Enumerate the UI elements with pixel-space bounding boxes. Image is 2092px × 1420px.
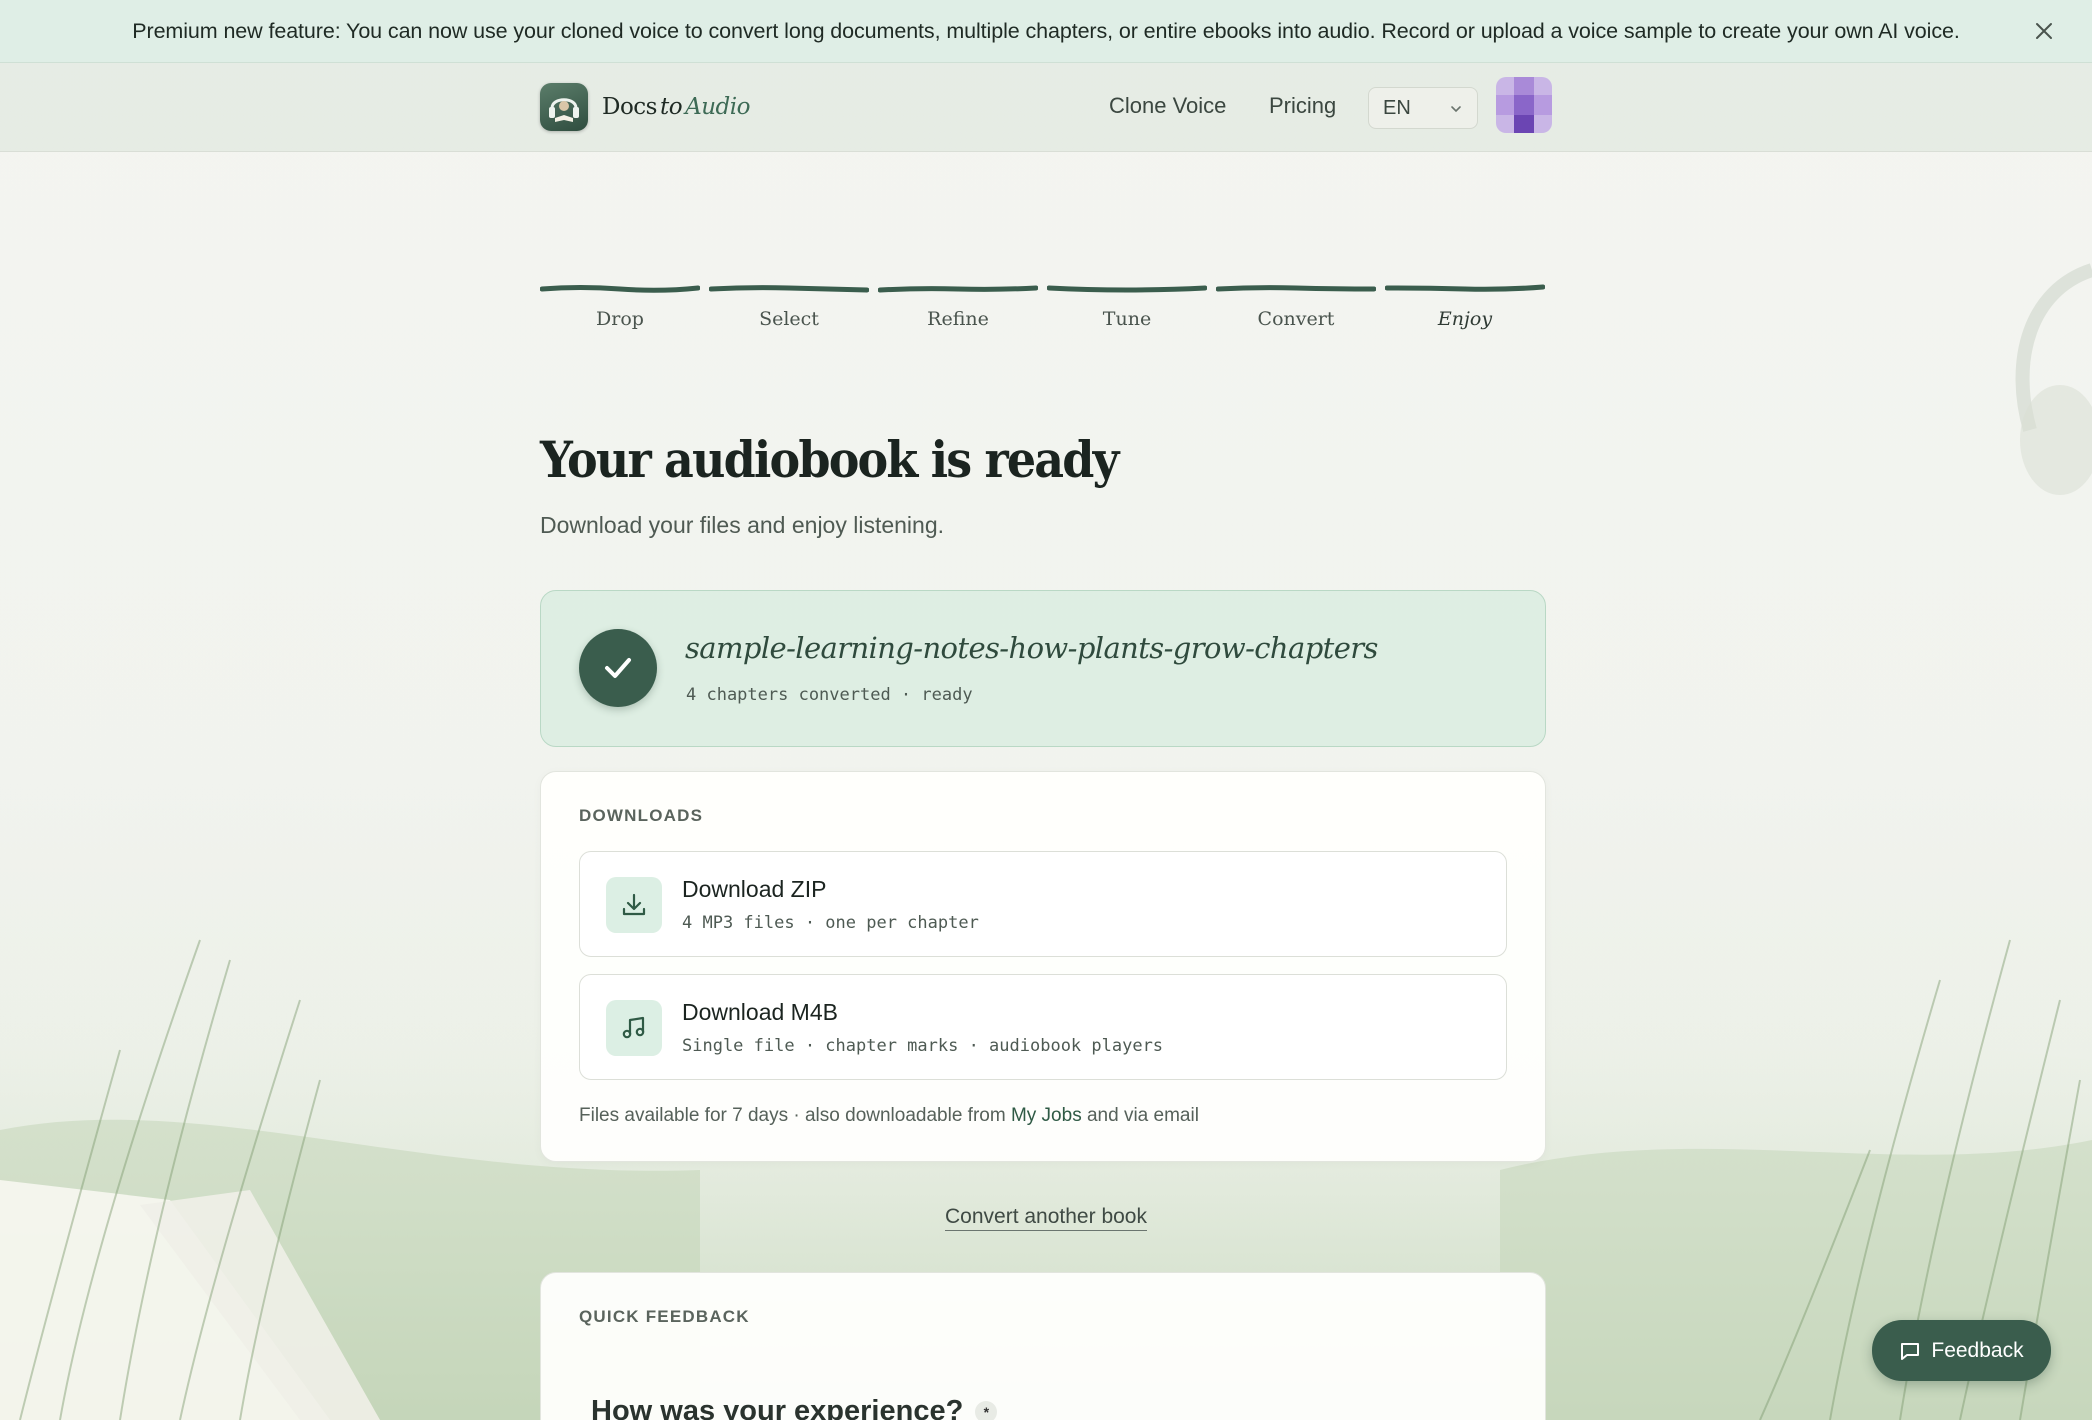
step-label: Tune bbox=[1102, 308, 1152, 330]
audiobook-meta: 4 chapters converted · ready bbox=[686, 685, 973, 705]
logo-link[interactable]: Docs to Audio bbox=[540, 83, 750, 131]
progress-steps: Drop Select Refine Tune Convert Enjoy bbox=[540, 284, 1546, 344]
step-progress-line bbox=[1385, 284, 1545, 292]
step-label: Enjoy bbox=[1437, 308, 1493, 330]
language-select[interactable]: EN bbox=[1368, 87, 1478, 129]
convert-another-link[interactable]: Convert another book bbox=[945, 1205, 1147, 1231]
music-note-icon bbox=[606, 1000, 662, 1056]
page-title: Your audiobook is ready bbox=[540, 430, 1119, 489]
required-marker: * bbox=[975, 1400, 998, 1420]
download-icon bbox=[606, 877, 662, 933]
banner-text: Premium new feature: You can now use you… bbox=[132, 18, 1960, 43]
step-progress-line bbox=[709, 285, 869, 293]
download-zip-title: Download ZIP bbox=[682, 876, 827, 902]
download-zip-button[interactable]: Download ZIP 4 MP3 files · one per chapt… bbox=[579, 851, 1507, 957]
logo-text: Docs to Audio bbox=[602, 94, 750, 120]
banner-close-button[interactable] bbox=[2030, 17, 2058, 45]
download-m4b-subtitle: Single file · chapter marks · audiobook … bbox=[682, 1036, 1164, 1056]
downloads-card: DOWNLOADS Download ZIP 4 MP3 files · one… bbox=[540, 771, 1546, 1162]
step-tune[interactable]: Tune bbox=[1047, 284, 1207, 344]
step-drop[interactable]: Drop bbox=[540, 284, 700, 344]
close-icon bbox=[2036, 23, 2052, 39]
check-icon bbox=[579, 629, 657, 707]
top-navigation: Docs to Audio Clone Voice Pricing EN bbox=[0, 63, 2092, 152]
nav-pricing[interactable]: Pricing bbox=[1269, 93, 1336, 119]
download-zip-subtitle: 4 MP3 files · one per chapter bbox=[682, 913, 979, 933]
nav-clone-voice[interactable]: Clone Voice bbox=[1109, 93, 1226, 119]
step-progress-line bbox=[878, 285, 1038, 293]
step-enjoy[interactable]: Enjoy bbox=[1385, 284, 1545, 344]
message-icon bbox=[1901, 1342, 1920, 1360]
downloads-label: DOWNLOADS bbox=[579, 806, 704, 825]
step-label: Select bbox=[759, 308, 819, 330]
quick-feedback-card: QUICK FEEDBACK How was your experience? … bbox=[540, 1272, 1546, 1420]
audiobook-ready-card: sample-learning-notes-how-plants-grow-ch… bbox=[540, 590, 1546, 747]
chevron-down-icon bbox=[1451, 106, 1461, 113]
step-progress-line bbox=[1047, 285, 1207, 293]
announcement-banner: Premium new feature: You can now use you… bbox=[0, 0, 2092, 63]
feedback-button-label: Feedback bbox=[1931, 1338, 2024, 1362]
my-jobs-link[interactable]: My Jobs bbox=[1011, 1105, 1082, 1126]
language-value: EN bbox=[1383, 96, 1411, 119]
step-label: Drop bbox=[596, 308, 644, 330]
download-m4b-button[interactable]: Download M4B Single file · chapter marks… bbox=[579, 974, 1507, 1080]
audiobook-name: sample-learning-notes-how-plants-grow-ch… bbox=[685, 631, 1378, 665]
feedback-question: How was your experience? * bbox=[591, 1395, 998, 1420]
headphones-book-icon bbox=[540, 83, 588, 131]
step-progress-line bbox=[1216, 285, 1376, 292]
step-label: Convert bbox=[1257, 308, 1335, 330]
quick-feedback-label: QUICK FEEDBACK bbox=[579, 1307, 750, 1326]
step-progress-line bbox=[540, 285, 700, 293]
page-subtitle: Download your files and enjoy listening. bbox=[540, 512, 945, 538]
files-availability-note: Files available for 7 days · also downlo… bbox=[579, 1105, 1199, 1126]
download-m4b-title: Download M4B bbox=[682, 999, 838, 1025]
step-refine[interactable]: Refine bbox=[878, 284, 1038, 344]
step-convert[interactable]: Convert bbox=[1216, 284, 1376, 344]
avatar[interactable] bbox=[1496, 77, 1552, 133]
step-label: Refine bbox=[927, 308, 989, 330]
step-select[interactable]: Select bbox=[709, 284, 869, 344]
feedback-button[interactable]: Feedback bbox=[1872, 1320, 2051, 1381]
